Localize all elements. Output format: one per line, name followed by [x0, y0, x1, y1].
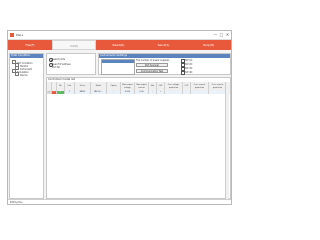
app-title: PGLL — [16, 33, 24, 37]
column-header[interactable]: OCP — [183, 82, 191, 91]
table-cell[interactable] — [165, 91, 183, 94]
checkbox-ovp-4-label: OVP 4D — [184, 70, 193, 74]
table-cell: 1 — [57, 91, 65, 94]
column-header[interactable]: Option — [107, 82, 121, 91]
communication-test-button[interactable]: Communication Test — [136, 69, 168, 73]
tab-file[interactable]: File(F) — [8, 40, 52, 50]
minimize-button[interactable]: — — [213, 32, 218, 37]
tab-bar: File(F) Init(I) Read(R) Send(S) Help(H) — [8, 40, 231, 50]
column-header[interactable]: Slot — [149, 82, 157, 91]
app-window: PGLL — □ ✕ File(F) Init(I) Read(R) Send(… — [7, 30, 232, 205]
column-header[interactable]: Max output current — [135, 82, 149, 91]
column-header[interactable]: Unit — [65, 82, 75, 91]
table-cell: PAV35 — [75, 91, 91, 94]
table-cell: - — [149, 91, 157, 94]
tree-item-device[interactable]: Device — [15, 72, 27, 77]
checkbox-ovp-3-label: OVP 3D — [184, 66, 193, 70]
close-button[interactable]: ✕ — [225, 32, 230, 37]
instruments-panel: Instruments Settings The number of power… — [98, 53, 231, 75]
tab-init[interactable]: Init(I) — [52, 40, 96, 50]
power-supply-count-label: The number of power supplies — [136, 59, 170, 62]
port-number-label: Port No. — [52, 66, 61, 69]
model-list-panel: Controlled model list No. Unit Series Mo… — [46, 77, 231, 199]
table-cell[interactable]: PAV 35-... — [91, 91, 107, 94]
table-cell: 1 — [65, 91, 75, 94]
title-bar: PGLL — □ ✕ — [8, 31, 231, 40]
table-cell: - — [107, 91, 121, 94]
maximize-button[interactable]: □ — [219, 32, 224, 37]
tab-read[interactable]: Read(R) — [96, 40, 141, 50]
checkbox-ovp-1-label: OVP 1D — [184, 58, 193, 62]
column-header[interactable]: Series — [75, 82, 91, 91]
table-scrollbar[interactable] — [225, 82, 229, 199]
column-header[interactable]: Over voltage protection — [165, 82, 183, 91]
table-cell[interactable]: 0.000 — [121, 91, 135, 94]
table-cell[interactable]: 0.00 — [135, 91, 149, 94]
instruments-panel-title: Instruments Settings — [99, 54, 230, 58]
table-cell[interactable]: ✓ — [157, 91, 165, 94]
port-config-panel: Select ports Specif IP address Port No. — [46, 53, 96, 75]
column-header[interactable]: Max output voltage — [121, 82, 135, 91]
port-list[interactable] — [101, 59, 135, 75]
column-header[interactable]: No. — [57, 82, 65, 91]
column-header[interactable]: Model — [91, 82, 107, 91]
column-header[interactable]: OVP — [157, 82, 165, 91]
tab-send[interactable]: Send(S) — [141, 40, 186, 50]
condition-panel: Total Condition Port Condition Monitor I… — [9, 53, 44, 199]
expand-icon — [15, 72, 19, 76]
port-list-selected-row[interactable] — [102, 60, 134, 63]
status-bar: Editing the... — [8, 199, 231, 204]
table-cell[interactable] — [191, 91, 209, 94]
radio-select-ports-label: Select ports — [52, 57, 66, 61]
tab-help[interactable]: Help(H) — [186, 40, 231, 50]
condition-panel-title: Total Condition — [10, 54, 43, 58]
checkbox-ovp-2-label: OVP 2D — [184, 62, 193, 66]
table-cell[interactable] — [183, 91, 191, 94]
table-row[interactable]: ✓ 1 1 1 PAV35 PAV 35-... - 0.000 0.00 - … — [47, 91, 230, 94]
app-icon — [10, 33, 14, 37]
port-scanner-button[interactable]: Port Scanner — [136, 63, 168, 67]
column-header[interactable]: Over current protection — [191, 82, 209, 91]
